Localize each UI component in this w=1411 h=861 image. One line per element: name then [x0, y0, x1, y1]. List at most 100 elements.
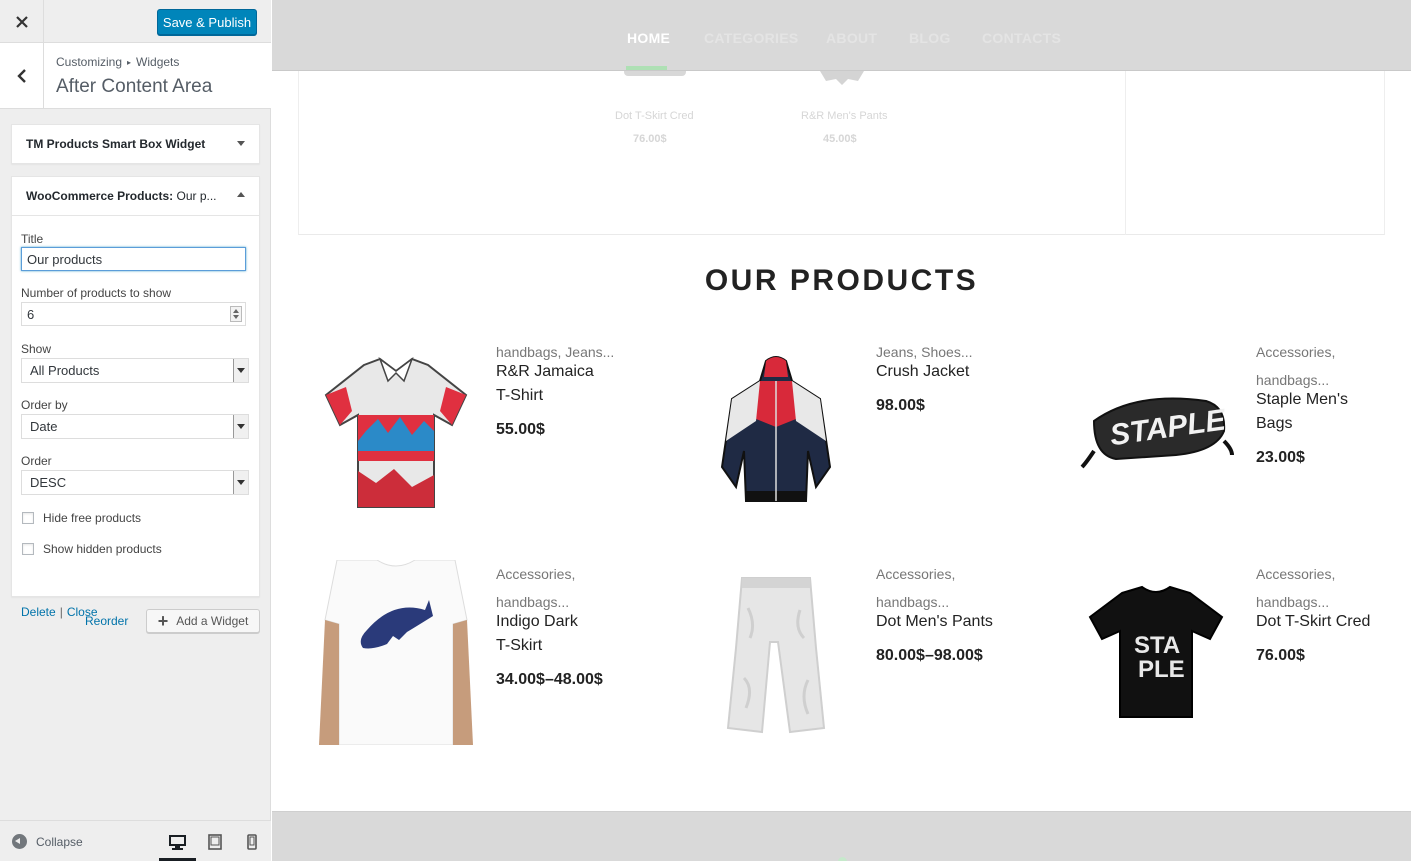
show-hidden-products-row: Show hidden products [22, 542, 162, 556]
dropdown-arrow-icon[interactable] [233, 415, 248, 438]
breadcrumb-item-customizing: Customizing [56, 55, 123, 69]
widget-woocommerce-products: WooCommerce Products: Our p... Title Our… [11, 176, 260, 619]
dropdown-arrow-icon[interactable] [233, 359, 248, 382]
order-select[interactable]: DESC [21, 470, 249, 495]
pants-image [726, 576, 825, 733]
widget-form: Title Our products Number of products to… [12, 215, 259, 619]
product-name[interactable]: Dot T-Skirt Cred [1256, 610, 1406, 634]
mobile-icon [247, 834, 257, 850]
product-image[interactable] [303, 338, 488, 523]
close-customizer-button[interactable] [0, 0, 44, 43]
title-label: Title [21, 232, 44, 246]
main-navigation: HOME CATEGORIES ABOUT BLOG CONTACTS [272, 0, 1411, 71]
product-card: Accessories, handbags... Dot Men's Pants… [683, 560, 1043, 750]
product-name[interactable]: Indigo Dark [496, 610, 646, 634]
nav-item-categories[interactable]: CATEGORIES [704, 30, 799, 46]
product-image[interactable]: STAPLE [1063, 338, 1248, 523]
widget-name: WooCommerce Products: [26, 189, 174, 203]
previous-products-section: Dot T-Skirt Cred 76.00$ R&R Men's Pants … [272, 71, 1411, 236]
widget-woocommerce-header[interactable]: WooCommerce Products: Our p... [12, 177, 259, 215]
tshirt-image: STA PLE [1088, 585, 1223, 718]
breadcrumb: Customizing ▸ Widgets [56, 55, 179, 69]
product-card: handbags, Jeans... R&R Jamaica T-Shirt 5… [303, 338, 663, 528]
product-name[interactable]: R&R Jamaica [496, 360, 646, 384]
show-hidden-products-checkbox[interactable] [22, 543, 34, 555]
add-widget-button[interactable]: + Add a Widget [146, 609, 260, 633]
desktop-icon [168, 834, 186, 850]
footer-strip [272, 811, 1411, 861]
product-image[interactable] [683, 560, 868, 745]
customizer-panel: Save & Publish Customizing ▸ Widgets Aft… [0, 0, 271, 861]
product-image[interactable] [303, 560, 488, 745]
section-header: Customizing ▸ Widgets After Content Area [0, 43, 271, 109]
product-name-line2[interactable]: Bags [1256, 412, 1406, 436]
show-select-value: All Products [30, 363, 100, 378]
number-label: Number of products to show [21, 286, 172, 300]
expand-arrow-icon[interactable] [237, 141, 245, 146]
product-categories[interactable]: Accessories, [496, 560, 646, 588]
products-heading: OUR PRODUCTS [704, 264, 979, 297]
site-preview: HOME CATEGORIES ABOUT BLOG CONTACTS Dot … [272, 0, 1411, 861]
previous-product-name[interactable]: R&R Men's Pants [801, 110, 887, 122]
save-publish-button[interactable]: Save & Publish [157, 9, 257, 35]
product-name[interactable]: Dot Men's Pants [876, 610, 1026, 634]
svg-text:STA: STA [1134, 632, 1180, 659]
bag-image: STAPLE [1080, 397, 1234, 468]
product-categories[interactable]: Accessories, [1256, 560, 1406, 588]
nav-item-contacts[interactable]: CONTACTS [982, 30, 1061, 46]
number-input[interactable]: 6 [21, 302, 246, 326]
product-price: 23.00$ [1256, 449, 1305, 466]
customizer-header: Save & Publish [0, 0, 271, 43]
order-label: Order [21, 454, 52, 468]
product-name[interactable]: Staple Men's [1256, 388, 1406, 412]
orderby-select[interactable]: Date [21, 414, 249, 439]
number-spinner[interactable] [230, 306, 242, 322]
show-select[interactable]: All Products [21, 358, 249, 383]
product-categories[interactable]: Accessories, [1256, 338, 1406, 366]
title-input[interactable]: Our products [21, 247, 246, 271]
nav-item-about[interactable]: ABOUT [826, 30, 877, 46]
section-title: After Content Area [56, 76, 213, 97]
product-name[interactable]: Crush Jacket [876, 360, 1026, 384]
number-value: 6 [27, 306, 35, 322]
product-price: 55.00$ [496, 421, 545, 438]
previous-products-divider [1125, 71, 1126, 235]
product-price: 76.00$ [1256, 647, 1305, 664]
dropdown-arrow-icon[interactable] [233, 471, 248, 494]
product-name-line2[interactable]: T-Shirt [496, 384, 646, 408]
nav-item-home[interactable]: HOME [627, 30, 670, 46]
tshirt-image [318, 560, 473, 745]
widget-title-preview: Our p... [176, 189, 217, 203]
previous-product-name[interactable]: Dot T-Skirt Cred [615, 110, 694, 122]
show-hidden-products-label: Show hidden products [43, 542, 162, 556]
faded-product-image [820, 71, 864, 85]
breadcrumb-separator-icon: ▸ [127, 57, 132, 67]
product-image[interactable]: STA PLE [1063, 560, 1248, 745]
product-categories[interactable]: Accessories, [876, 560, 1026, 588]
product-card: STAPLE Accessories, handbags... Staple M… [1063, 338, 1411, 528]
plus-icon: + [157, 611, 169, 631]
tablet-icon [208, 834, 222, 850]
product-name-line2[interactable]: T-Skirt [496, 634, 646, 658]
desktop-preview-button[interactable] [168, 833, 186, 851]
collapse-arrow-icon[interactable] [237, 192, 245, 197]
widget-smart-box-header[interactable]: TM Products Smart Box Widget [12, 125, 259, 163]
tablet-preview-button[interactable] [206, 833, 224, 851]
orderby-label: Order by [21, 398, 68, 412]
product-image[interactable] [683, 338, 868, 523]
delete-link[interactable]: Delete [21, 605, 56, 619]
hide-free-products-label: Hide free products [43, 511, 142, 525]
svg-text:PLE: PLE [1138, 656, 1185, 683]
nav-item-blog[interactable]: BLOG [909, 30, 951, 46]
previous-product-price: 76.00$ [633, 133, 667, 145]
product-card: Jeans, Shoes... Crush Jacket 98.00$ [683, 338, 1043, 528]
reorder-link[interactable]: Reorder [85, 614, 128, 628]
footer-indicator-dot [838, 857, 847, 861]
back-button[interactable] [0, 43, 44, 109]
hide-free-products-checkbox[interactable] [22, 512, 34, 524]
show-label: Show [21, 342, 52, 356]
previous-product-price: 45.00$ [823, 133, 857, 145]
mobile-preview-button[interactable] [243, 833, 261, 851]
nav-active-indicator [626, 66, 667, 70]
collapse-button[interactable]: Collapse [12, 834, 83, 849]
